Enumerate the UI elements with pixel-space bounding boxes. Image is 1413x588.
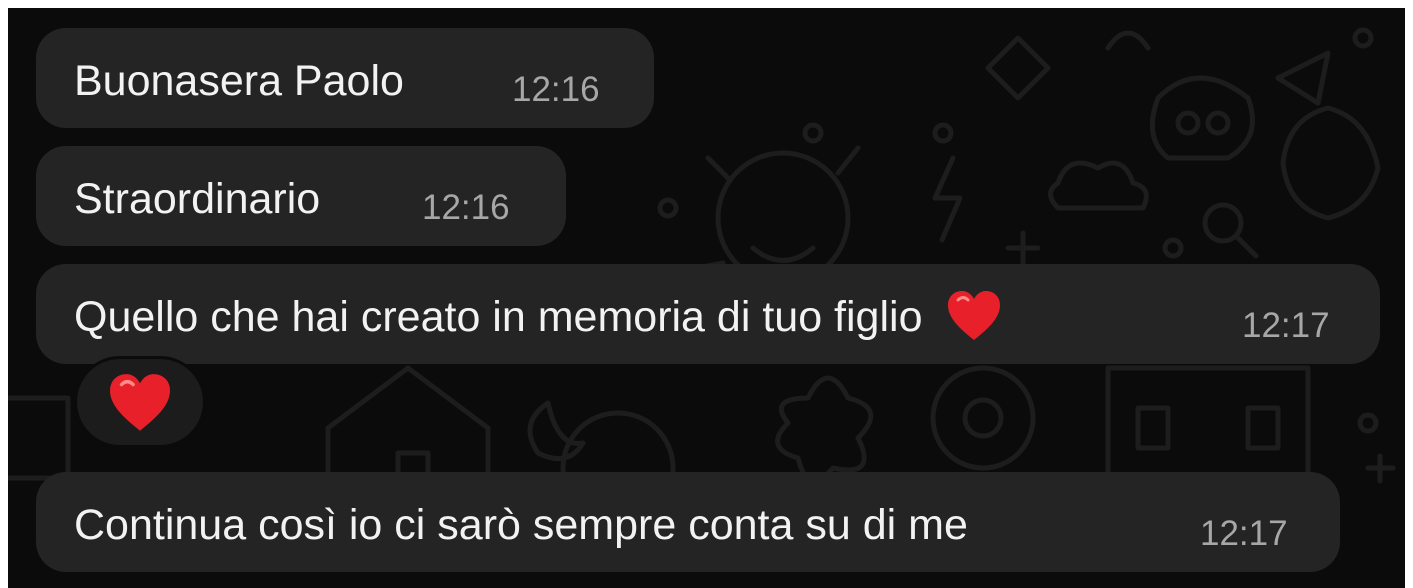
- message-timestamp: 12:17: [1242, 306, 1330, 345]
- message-bubble[interactable]: Buonasera Paolo 12:16: [36, 28, 654, 128]
- message-bubble[interactable]: Quello che hai creato in memoria di tuo …: [36, 264, 1380, 364]
- message-timestamp: 12:16: [512, 70, 600, 109]
- message-text-content: Quello che hai creato in memoria di tuo …: [74, 293, 923, 341]
- message-text: Quello che hai creato in memoria di tuo …: [74, 290, 1002, 342]
- heart-reaction-icon: [110, 374, 170, 431]
- message-text: Buonasera Paolo: [74, 57, 404, 105]
- message-reaction[interactable]: [74, 356, 206, 448]
- heart-emoji-icon: [948, 290, 1001, 340]
- chat-area: Buonasera Paolo 12:16 Straordinario 12:1…: [8, 8, 1405, 588]
- message-text: Straordinario: [74, 175, 321, 223]
- message-bubble[interactable]: Straordinario 12:16: [36, 146, 566, 246]
- message-timestamp: 12:16: [422, 188, 510, 227]
- message-text: Continua così io ci sarò sempre conta su…: [74, 501, 968, 549]
- message-bubble[interactable]: Continua così io ci sarò sempre conta su…: [36, 472, 1340, 572]
- message-timestamp: 12:17: [1200, 514, 1288, 553]
